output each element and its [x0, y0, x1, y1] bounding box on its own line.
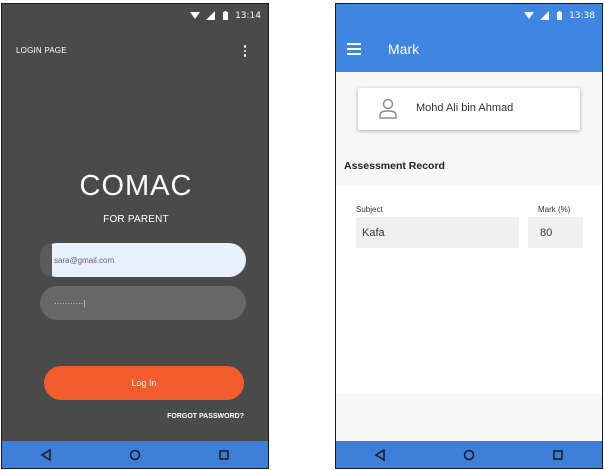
battery-icon — [220, 11, 230, 21]
wifi-icon — [524, 11, 535, 21]
password-field[interactable]: ···········| — [40, 286, 246, 320]
hamburger-icon[interactable] — [347, 43, 361, 55]
app-logo-text: COMAC — [79, 170, 193, 202]
forgot-password-link[interactable]: FORGOT PASSWORD? — [167, 413, 244, 420]
email-value: sara@gmail.com — [54, 255, 115, 265]
login-button-label: Log In — [131, 378, 157, 388]
recents-icon[interactable] — [209, 443, 239, 467]
section-heading: Assessment Record — [344, 160, 445, 172]
email-field[interactable]: sara@gmail.com — [40, 243, 246, 277]
app-bar: Mark — [336, 28, 602, 72]
overflow-menu-icon[interactable] — [238, 42, 252, 60]
back-icon[interactable] — [365, 443, 395, 467]
system-nav-bar — [336, 441, 602, 468]
login-button[interactable]: Log In — [44, 366, 244, 400]
mark-cell: 80 — [528, 217, 583, 248]
assessment-table: Subject Mark (%) Kafa 80 — [336, 185, 602, 394]
wifi-icon — [190, 11, 201, 21]
system-nav-bar — [2, 441, 268, 468]
signal-icon — [539, 11, 549, 21]
status-time: 13:14 — [235, 11, 261, 21]
app-subtitle: FOR PARENT — [103, 214, 169, 225]
home-icon[interactable] — [454, 443, 484, 467]
signal-icon — [205, 11, 215, 21]
battery-icon — [554, 11, 564, 21]
status-bar: 13:14 — [2, 4, 268, 28]
status-time: 13:38 — [569, 11, 595, 21]
mark-screen: 13:38 Mark Mohd Ali bin Ahmad Assessment… — [335, 3, 603, 469]
home-icon[interactable] — [120, 443, 150, 467]
student-name: Mohd Ali bin Ahmad — [416, 102, 514, 114]
subject-value: Kafa — [362, 226, 385, 239]
person-icon — [378, 98, 398, 120]
back-icon[interactable] — [31, 443, 61, 467]
login-screen: 13:14 LOGIN PAGE COMAC FOR PARENT sara@g… — [1, 3, 269, 469]
column-header-subject: Subject — [356, 205, 383, 214]
status-bar: 13:38 — [336, 4, 602, 28]
student-card[interactable]: Mohd Ali bin Ahmad — [358, 88, 580, 130]
mark-value: 80 — [540, 226, 553, 239]
column-header-mark: Mark (%) — [538, 205, 571, 214]
toolbar-title: LOGIN PAGE — [16, 46, 67, 55]
subject-cell: Kafa — [356, 217, 519, 248]
app-bar-title: Mark — [388, 41, 420, 57]
recents-icon[interactable] — [543, 443, 573, 467]
password-value: ···········| — [54, 298, 86, 308]
